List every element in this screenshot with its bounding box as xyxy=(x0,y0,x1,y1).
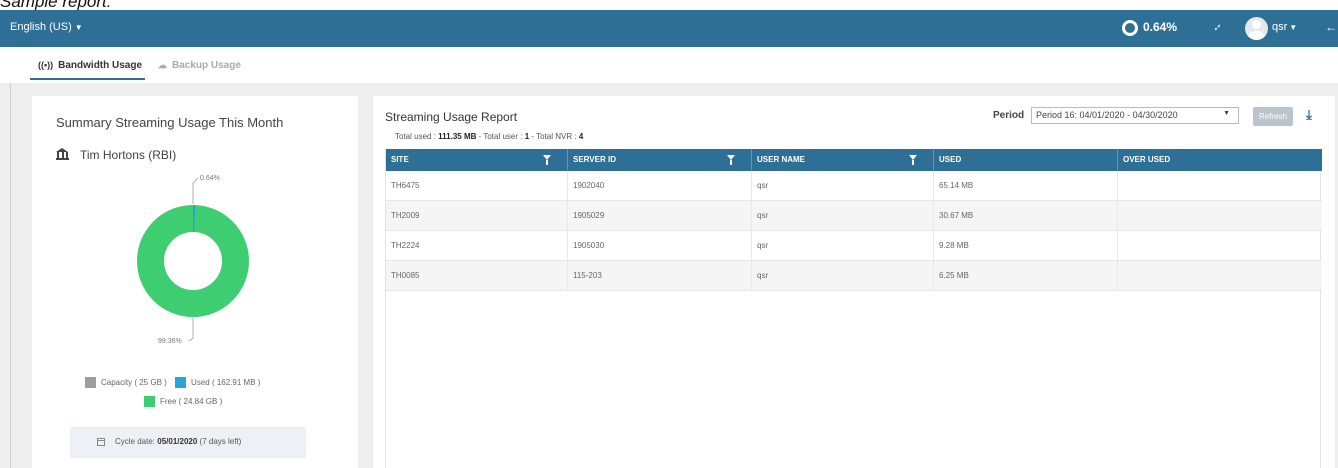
tabs-bar: ((•)) Bandwidth Usage ☁ Backup Usage xyxy=(0,47,1338,83)
tab-label: Bandwidth Usage xyxy=(58,60,143,71)
cycle-date: 05/01/2020 xyxy=(157,437,198,446)
total-used-value: 111.35 MB xyxy=(438,132,477,141)
top-bar: English (US) ▼ 0.64% ↔ qsr ▼ ← xyxy=(0,10,1338,47)
cell-over-used xyxy=(1118,261,1322,291)
chart-legend-row2: Free ( 24.84 GB ) xyxy=(144,396,228,409)
tab-bandwidth-usage[interactable]: ((•)) Bandwidth Usage xyxy=(38,60,142,71)
cell-user: qsr xyxy=(752,201,934,231)
period-value: Period 16: 04/01/2020 - 04/30/2020 xyxy=(1036,110,1178,120)
total-nvr-value: 4 xyxy=(578,132,584,141)
cell-server-id: 1905030 xyxy=(568,231,752,261)
chevron-down-icon: ▼ xyxy=(1223,110,1230,117)
column-header-user-name[interactable]: USER NAME xyxy=(752,149,934,171)
bank-icon xyxy=(56,148,69,160)
report-title: Streaming Usage Report xyxy=(385,110,518,124)
table-header: SITE SERVER ID USER NAME USED OVER USED xyxy=(386,149,1322,171)
cell-server-id: 1902040 xyxy=(568,171,752,201)
cell-server-id: 115-203 xyxy=(568,261,752,291)
logout-arrow-icon[interactable]: ← xyxy=(1325,20,1337,34)
table-row[interactable]: TH2009 1905029 qsr 30.67 MB xyxy=(386,201,1322,231)
column-header-server-id[interactable]: SERVER ID xyxy=(568,149,752,171)
refresh-button[interactable]: Refresh xyxy=(1253,107,1293,126)
cell-used: 65.14 MB xyxy=(934,171,1118,201)
download-icon[interactable]: ⤓ xyxy=(1302,108,1316,122)
usage-percent: 0.64% xyxy=(1143,20,1178,34)
legend-swatch-capacity xyxy=(85,377,96,388)
chevron-down-icon: ▼ xyxy=(74,23,83,32)
free-leader-line-tip xyxy=(188,337,194,342)
cell-used: 6.25 MB xyxy=(934,261,1118,291)
cell-over-used xyxy=(1118,171,1322,201)
chart-legend: Capacity ( 25 GB ) Used ( 162.91 MB ) xyxy=(85,377,266,390)
legend-swatch-free xyxy=(144,396,155,407)
used-percent-label: 0.64% xyxy=(200,175,220,182)
user-menu[interactable]: qsr ▼ xyxy=(1272,21,1297,33)
divider xyxy=(10,83,11,468)
avatar[interactable] xyxy=(1245,17,1268,40)
column-header-site[interactable]: SITE xyxy=(386,149,568,171)
cell-site: TH0085 xyxy=(386,261,568,291)
caption: Sample report: xyxy=(0,0,112,11)
cell-over-used xyxy=(1118,201,1322,231)
filter-icon[interactable] xyxy=(727,155,735,165)
language-label: English (US) xyxy=(10,21,72,33)
company-name: Tim Hortons (RBI) xyxy=(80,148,177,162)
legend-free: Free ( 24.84 GB ) xyxy=(144,396,222,407)
cell-user: qsr xyxy=(752,231,934,261)
chevron-down-icon: ▼ xyxy=(1289,23,1298,32)
usage-ring-icon xyxy=(1122,20,1138,36)
tab-label: Backup Usage xyxy=(172,60,241,71)
usage-donut-chart: 0.64% 99.36% xyxy=(137,175,249,345)
cell-over-used xyxy=(1118,231,1322,261)
cell-user: qsr xyxy=(752,171,934,201)
tab-backup-usage[interactable]: ☁ Backup Usage xyxy=(158,60,241,71)
report-summary: Total used : 111.35 MB - Total user : 1 … xyxy=(395,132,584,141)
username: qsr xyxy=(1272,21,1288,33)
period-label: Period xyxy=(993,110,1025,121)
wifi-signal-icon: ((•)) xyxy=(38,60,54,70)
cell-used: 30.67 MB xyxy=(934,201,1118,231)
table-row[interactable]: TH6475 1902040 qsr 65.14 MB xyxy=(386,171,1322,201)
fullscreen-icon[interactable]: ↔ xyxy=(1207,17,1225,35)
summary-title: Summary Streaming Usage This Month xyxy=(56,115,284,130)
usage-table: SITE SERVER ID USER NAME USED OVER USED … xyxy=(385,149,1322,468)
cycle-date-box: Cycle date: 05/01/2020 (7 days left) xyxy=(70,427,306,458)
cell-site: TH2009 xyxy=(386,201,568,231)
filter-icon[interactable] xyxy=(543,155,551,165)
cloud-icon: ☁ xyxy=(158,60,167,70)
report-panel: Streaming Usage Report Total used : 111.… xyxy=(373,96,1335,468)
column-header-used[interactable]: USED xyxy=(934,149,1118,171)
cell-user: qsr xyxy=(752,261,934,291)
language-selector[interactable]: English (US) ▼ xyxy=(10,21,83,33)
used-leader-line-tip xyxy=(192,177,199,184)
column-header-over-used[interactable]: OVER USED xyxy=(1118,149,1322,171)
table-row[interactable]: TH0085 115-203 qsr 6.25 MB xyxy=(386,261,1322,291)
summary-panel: Summary Streaming Usage This Month Tim H… xyxy=(32,96,358,468)
cell-server-id: 1905029 xyxy=(568,201,752,231)
free-percent-label: 99.36% xyxy=(158,338,182,345)
cell-site: TH6475 xyxy=(386,171,568,201)
legend-swatch-used xyxy=(175,377,187,388)
cycle-label: Cycle date: xyxy=(115,437,156,446)
calendar-icon xyxy=(97,438,105,446)
filter-icon[interactable] xyxy=(909,155,917,165)
active-tab-indicator xyxy=(30,78,145,80)
cell-site: TH2224 xyxy=(386,231,568,261)
legend-capacity: Capacity ( 25 GB ) xyxy=(85,377,167,388)
legend-used: Used ( 162.91 MB ) xyxy=(175,377,260,388)
table-body: TH6475 1902040 qsr 65.14 MB TH2009 19050… xyxy=(386,171,1322,291)
table-row[interactable]: TH2224 1905030 qsr 9.28 MB xyxy=(386,231,1322,261)
cycle-days-left: (7 days left) xyxy=(199,437,242,446)
cell-used: 9.28 MB xyxy=(934,231,1118,261)
period-select[interactable]: Period 16: 04/01/2020 - 04/30/2020 ▼ xyxy=(1031,107,1239,124)
